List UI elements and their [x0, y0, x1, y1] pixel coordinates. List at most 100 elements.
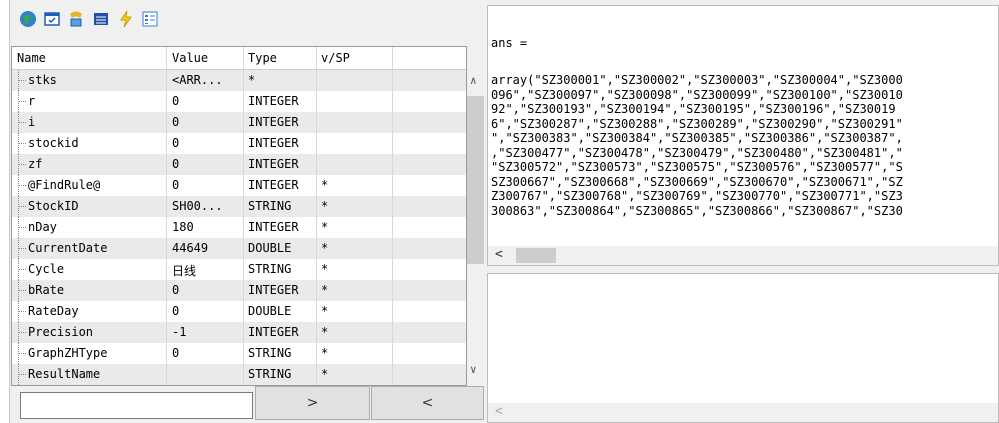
row-vsp: * [321, 262, 329, 276]
scroll-left-icon[interactable]: < [495, 247, 503, 262]
column-divider [392, 47, 393, 385]
grid-icon[interactable] [140, 9, 160, 29]
output-line: 300863","SZ300864","SZ300865","SZ300866"… [491, 203, 903, 218]
output-line: ","SZ300383","SZ300384","SZ300385","SZ30… [491, 131, 903, 145]
row-type: INTEGER [248, 325, 299, 339]
table-row[interactable]: stks <ARR... * [12, 70, 466, 91]
lightning-icon[interactable] [116, 9, 136, 29]
row-value: 180 [172, 220, 194, 234]
row-vsp: * [321, 304, 329, 318]
row-vsp: * [321, 178, 329, 192]
command-input[interactable] [20, 392, 253, 419]
vertical-scrollbar[interactable]: ∧ ∨ [467, 68, 484, 384]
table-row[interactable]: RateDay 0 DOUBLE * [12, 301, 466, 322]
table-row[interactable]: StockID SH00... STRING * [12, 196, 466, 217]
output-line: "SZ300572","SZ300573","SZ300575","SZ3005… [491, 160, 903, 174]
row-type: INTEGER [248, 136, 299, 150]
table-row[interactable]: GraphZHType 0 STRING * [12, 343, 466, 364]
table-row[interactable]: nDay 180 INTEGER * [12, 217, 466, 238]
row-value: SH00... [172, 199, 223, 213]
secondary-output-pane: < [487, 273, 999, 423]
tools-icon[interactable] [66, 9, 86, 29]
row-value: 0 [172, 115, 180, 129]
row-type: STRING [248, 367, 292, 381]
row-value: 日线 [172, 264, 197, 278]
row-value: <ARR... [172, 73, 223, 87]
row-name: StockID [28, 199, 79, 213]
row-value: -1 [172, 325, 187, 339]
row-type: DOUBLE [248, 241, 292, 255]
column-divider [316, 47, 317, 385]
row-vsp: * [321, 220, 329, 234]
output-text: array("SZ300001","SZ300002","SZ300003","… [491, 73, 903, 218]
table-row[interactable]: CurrentDate 44649 DOUBLE * [12, 238, 466, 259]
row-vsp: * [321, 199, 329, 213]
table-row[interactable]: bRate 0 INTEGER * [12, 280, 466, 301]
output-line: array("SZ300001","SZ300002","SZ300003","… [491, 73, 903, 87]
horizontal-scrollbar[interactable]: < [488, 246, 998, 265]
row-name: nDay [28, 220, 57, 234]
dialog-icon[interactable] [42, 9, 62, 29]
row-type: INTEGER [248, 283, 299, 297]
row-name: ResultName [28, 367, 101, 381]
row-value: 0 [172, 136, 180, 150]
output-line: 096","SZ300097","SZ300098","SZ300099","S… [491, 87, 903, 102]
table-row[interactable]: i 0 INTEGER [12, 112, 466, 133]
row-type: STRING [248, 262, 292, 276]
header-value[interactable]: Value [172, 51, 208, 65]
scroll-up-icon[interactable]: ∧ [470, 74, 477, 87]
scroll-down-icon[interactable]: ∨ [470, 363, 477, 376]
table-row[interactable]: Cycle 日线 STRING * [12, 259, 466, 280]
row-vsp: * [321, 241, 329, 255]
row-name: stks [28, 73, 57, 87]
left-edge-strip [0, 0, 10, 423]
row-type: STRING [248, 346, 292, 360]
row-name: Cycle [28, 262, 65, 276]
output-line: 92","SZ300193","SZ300194","SZ300195","SZ… [491, 102, 896, 116]
row-vsp: * [321, 346, 329, 360]
column-divider [166, 47, 167, 385]
header-type[interactable]: Type [248, 51, 277, 65]
output-line: ,"SZ300477","SZ300478","SZ300479","SZ300… [491, 145, 903, 160]
row-value: 44649 [172, 241, 209, 255]
horizontal-scrollbar[interactable]: < [488, 403, 998, 422]
variables-table: Name Value Type v/SP stks <ARR... * r 0 INTEG… [11, 46, 467, 386]
row-name: GraphZHType [28, 346, 108, 360]
row-value: 0 [172, 178, 180, 192]
list-icon[interactable] [91, 9, 111, 29]
table-row[interactable]: ResultName STRING * [12, 364, 466, 385]
output-line: 6","SZ300287","SZ300288","SZ300289","SZ3… [491, 116, 903, 131]
next-button[interactable]: > [255, 386, 370, 420]
column-divider [243, 47, 244, 385]
row-type: INTEGER [248, 94, 299, 108]
ans-label: ans = [491, 36, 528, 50]
table-row[interactable]: r 0 INTEGER [12, 91, 466, 112]
table-row[interactable]: zf 0 INTEGER [12, 154, 466, 175]
scroll-thumb[interactable] [516, 248, 556, 263]
row-value: 0 [172, 157, 180, 171]
row-type: INTEGER [248, 220, 299, 234]
bottom-controls: > < [10, 385, 484, 423]
row-vsp: * [321, 367, 329, 381]
row-name: CurrentDate [28, 241, 108, 255]
output-line: Z300767","SZ300768","SZ300769","SZ300770… [491, 189, 903, 203]
header-name[interactable]: Name [17, 51, 46, 65]
output-line: SZ300667","SZ300668","SZ300669","SZ30067… [491, 174, 903, 189]
table-row[interactable]: stockid 0 INTEGER [12, 133, 466, 154]
table-row[interactable]: @FindRule@ 0 INTEGER * [12, 175, 466, 196]
toolbar [10, 0, 484, 36]
scroll-left-icon[interactable]: < [495, 404, 503, 419]
row-name: RateDay [28, 304, 79, 318]
row-name: bRate [28, 283, 65, 297]
row-value: 0 [172, 283, 180, 297]
row-name: @FindRule@ [28, 178, 101, 192]
globe-icon[interactable] [18, 9, 38, 29]
table-row[interactable]: Precision -1 INTEGER * [12, 322, 466, 343]
scroll-thumb[interactable] [467, 96, 484, 264]
header-vsp[interactable]: v/SP [321, 51, 350, 65]
prev-button[interactable]: < [371, 386, 484, 420]
output-pane: ans = array("SZ300001","SZ300002","SZ300… [487, 5, 999, 266]
row-type: INTEGER [248, 178, 299, 192]
row-type: INTEGER [248, 115, 299, 129]
row-name: Precision [28, 325, 94, 339]
